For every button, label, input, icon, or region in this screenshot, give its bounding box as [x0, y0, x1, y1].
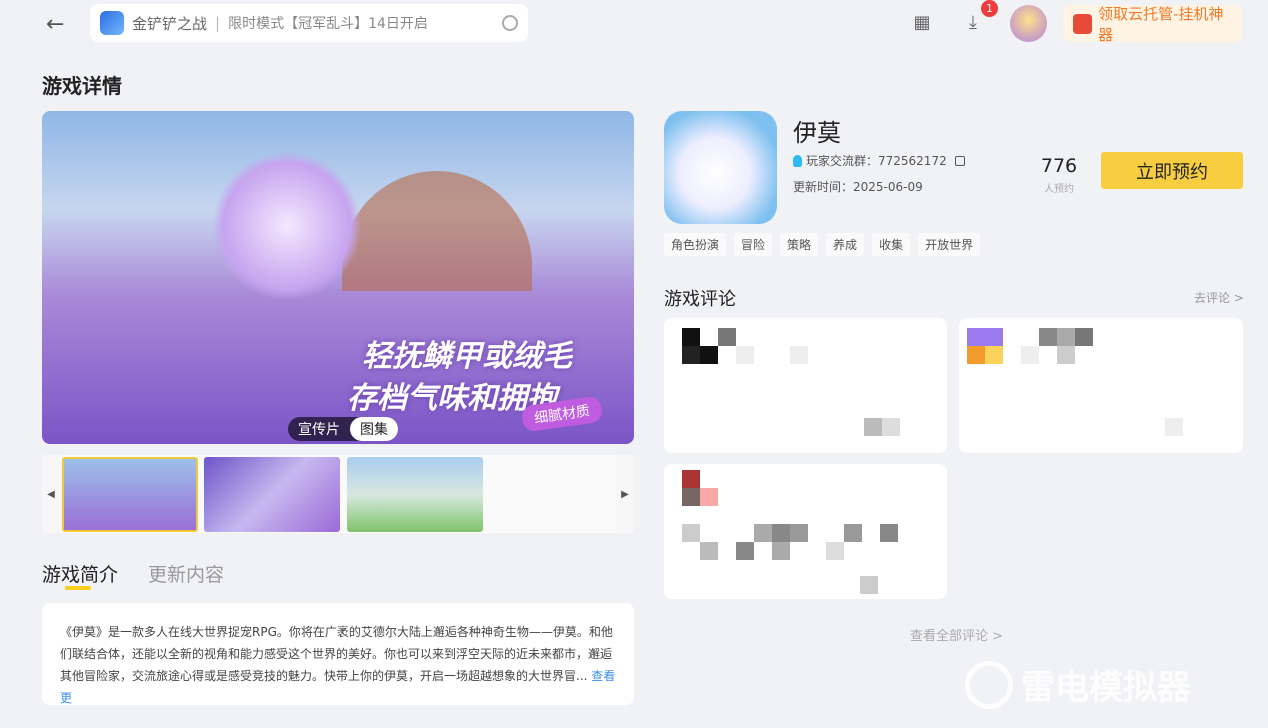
- pixelated-block: [1165, 418, 1183, 436]
- pixelated-block: [967, 346, 985, 364]
- next-arrow-icon[interactable]: ▶: [616, 455, 634, 533]
- separator: |: [215, 14, 220, 32]
- tag[interactable]: 冒险: [734, 233, 772, 256]
- tab-updates[interactable]: 更新内容: [148, 560, 224, 587]
- update-time: 更新时间：2025-06-09: [793, 178, 923, 195]
- pixelated-block: [790, 346, 808, 364]
- cloud-hosting-button[interactable]: 领取云托管-挂机神器: [1063, 5, 1242, 42]
- search-promo: 限时模式【冠军乱斗】14日开启: [228, 13, 428, 33]
- pixelated-avatar: [682, 328, 700, 346]
- pixelated-block: [864, 418, 882, 436]
- watermark: 雷电模拟器: [965, 660, 1191, 709]
- go-comment-link[interactable]: 去评论 >: [1194, 289, 1244, 306]
- pixelated-block: [985, 346, 1003, 364]
- emulator-logo-icon: [965, 661, 1013, 709]
- genre-tags: 角色扮演 冒险 策略 养成 收集 开放世界: [664, 233, 980, 256]
- pixelated-block: [1075, 328, 1093, 346]
- intro-text: 《伊莫》是一款多人在线大世界捉宠RPG。你将在广袤的艾德尔大陆上邂逅各种神奇生物…: [60, 625, 613, 683]
- media-tabs: 宣传片 图集: [288, 417, 398, 441]
- pixelated-block: [718, 328, 736, 346]
- pixelated-block: [1021, 346, 1039, 364]
- copy-icon[interactable]: [955, 156, 965, 166]
- comment-card[interactable]: [959, 318, 1243, 453]
- pixelated-block: [880, 524, 898, 542]
- reservation-count: 776: [1032, 155, 1086, 177]
- banner-creature: [212, 151, 362, 301]
- intro-tabs: 游戏简介 更新内容: [42, 560, 224, 587]
- intro-card: 《伊莫》是一款多人在线大世界捉宠RPG。你将在广袤的艾德尔大陆上邂逅各种神奇生物…: [42, 603, 634, 705]
- pixelated-block: [700, 346, 718, 364]
- comment-card[interactable]: [664, 318, 947, 453]
- comment-card[interactable]: [664, 464, 947, 599]
- search-icon[interactable]: [502, 15, 518, 31]
- pixelated-block: [790, 524, 808, 542]
- search-game-name: 金铲铲之战: [132, 13, 207, 34]
- view-all-comments-link[interactable]: 查看全部评论 >: [910, 625, 1003, 644]
- pixelated-block: [682, 488, 700, 506]
- pixelated-block: [736, 346, 754, 364]
- tag[interactable]: 收集: [872, 233, 910, 256]
- prev-arrow-icon[interactable]: ◀: [42, 455, 60, 533]
- pixelated-block: [1057, 346, 1075, 364]
- download-icon[interactable]: ⤓: [962, 12, 984, 34]
- pixelated-avatar: [682, 470, 700, 488]
- tag[interactable]: 养成: [826, 233, 864, 256]
- tab-trailer[interactable]: 宣传片: [288, 417, 350, 441]
- tag[interactable]: 策略: [780, 233, 818, 256]
- watermark-text: 雷电模拟器: [1021, 660, 1191, 709]
- game-name: 伊莫: [793, 113, 841, 148]
- player-group: 玩家交流群：772562172: [793, 152, 965, 169]
- page-title: 游戏详情: [42, 70, 122, 99]
- thumbnail-1[interactable]: [62, 457, 198, 532]
- app-icon: [664, 111, 777, 224]
- pixelated-block: [682, 524, 700, 542]
- pixelated-block: [985, 328, 1003, 346]
- pixelated-block: [700, 488, 718, 506]
- pixelated-block: [772, 542, 790, 560]
- tab-gallery[interactable]: 图集: [350, 417, 398, 441]
- pixelated-block: [844, 524, 862, 542]
- cloud-label: 领取云托管-挂机神器: [1098, 3, 1232, 45]
- pixelated-block: [700, 542, 718, 560]
- tag[interactable]: 开放世界: [918, 233, 980, 256]
- pixelated-block: [1039, 328, 1057, 346]
- search-bar[interactable]: 金铲铲之战 | 限时模式【冠军乱斗】14日开启: [90, 4, 528, 42]
- game-icon: [100, 11, 124, 35]
- avatar[interactable]: [1010, 5, 1047, 42]
- qq-icon: [793, 155, 802, 167]
- pixelated-avatar: [967, 328, 985, 346]
- reserve-button[interactable]: 立即预约: [1101, 152, 1243, 189]
- thumbnail-2[interactable]: [204, 457, 340, 532]
- reservation-label: 人预约: [1032, 180, 1086, 195]
- tag[interactable]: 角色扮演: [664, 233, 726, 256]
- active-tab-indicator: [65, 586, 91, 590]
- media-banner[interactable]: 轻抚鳞甲或绒毛 存档气味和拥抱 细腻材质 宣传片 图集: [42, 111, 634, 444]
- comments-title: 游戏评论: [664, 285, 736, 311]
- banner-building: [342, 171, 532, 291]
- thumbnail-3[interactable]: [347, 457, 483, 532]
- thumbnail-strip: ◀ ▶: [42, 455, 634, 533]
- pixelated-block: [826, 542, 844, 560]
- group-text: 玩家交流群：772562172: [806, 152, 947, 169]
- pixelated-block: [754, 524, 772, 542]
- pixelated-block: [772, 524, 790, 542]
- pixelated-block: [682, 346, 700, 364]
- banner-line1: 轻抚鳞甲或绒毛: [362, 331, 572, 375]
- gift-icon: [1073, 14, 1092, 34]
- back-button[interactable]: ←: [46, 12, 64, 37]
- tab-intro[interactable]: 游戏简介: [42, 560, 118, 587]
- pixelated-block: [882, 418, 900, 436]
- pixelated-block: [1057, 328, 1075, 346]
- download-badge: 1: [981, 0, 998, 17]
- pixelated-block: [860, 576, 878, 594]
- pixelated-block: [736, 542, 754, 560]
- calendar-flash-icon[interactable]: ▦: [911, 12, 933, 34]
